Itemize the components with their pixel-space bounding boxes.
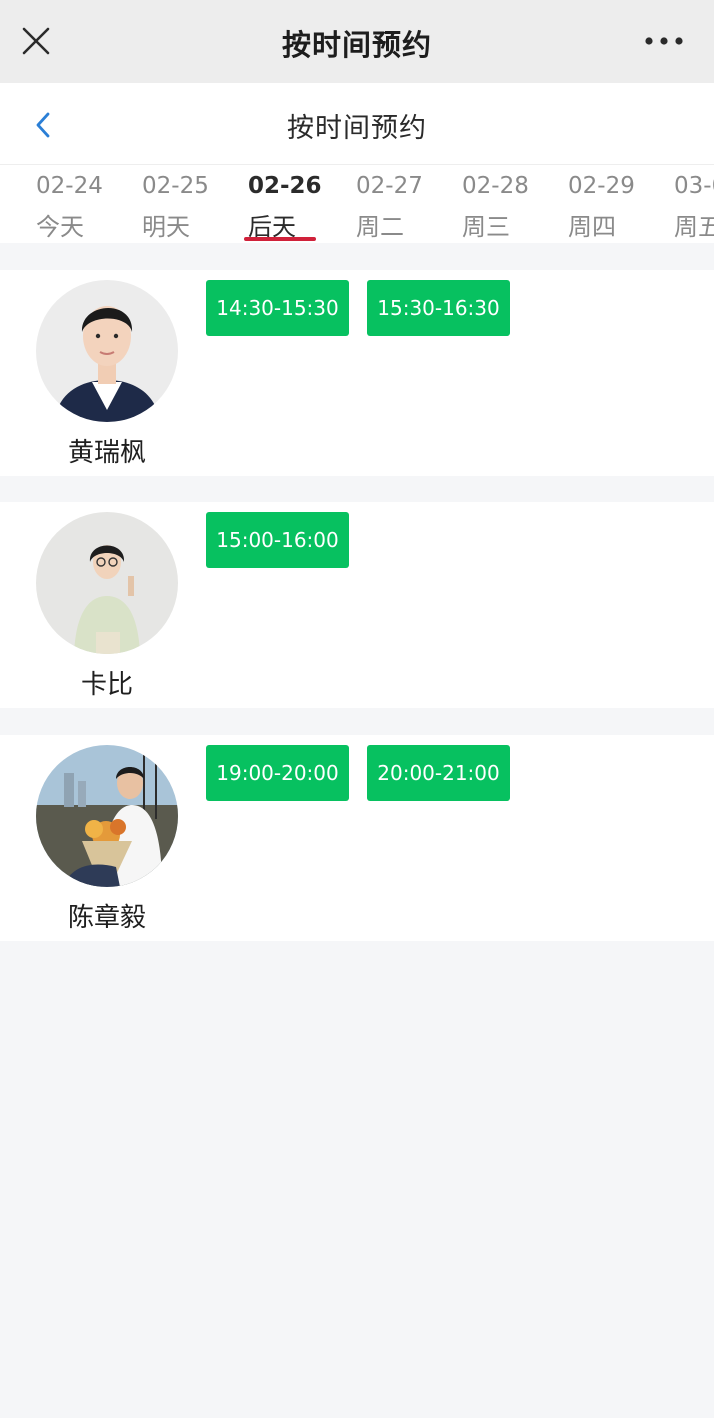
- time-slot-button[interactable]: 20:00-21:00: [367, 745, 510, 801]
- avatar[interactable]: [36, 512, 178, 654]
- webview-topbar: 按时间预约: [0, 0, 714, 83]
- tab-date[interactable]: 02-27 周二: [356, 165, 446, 243]
- tab-date-label: 02-29: [568, 173, 635, 199]
- tab-day-label: 周二: [356, 213, 404, 241]
- page-title: 按时间预约: [287, 113, 427, 144]
- tab-date-label: 02-27: [356, 173, 423, 199]
- tab-date-label: 02-26: [248, 173, 322, 199]
- consultant-name: 黄瑞枫: [67, 438, 146, 468]
- date-tabs: 02-24 今天 02-25 明天 02-26 后天 02-27 周二 02-2…: [0, 165, 714, 243]
- tab-day-label: 周四: [568, 213, 616, 241]
- avatar[interactable]: [36, 745, 178, 887]
- tab-day-label: 今天: [36, 213, 84, 241]
- tab-date[interactable]: 02-28 周三: [462, 165, 552, 243]
- tab-date[interactable]: 02-25 明天: [142, 165, 232, 243]
- tab-date[interactable]: 02-24 今天: [36, 165, 126, 243]
- tab-date-label: 02-25: [142, 173, 209, 199]
- tab-date[interactable]: 02-29 周四: [568, 165, 658, 243]
- tab-day-label: 明天: [142, 213, 190, 241]
- tab-date-label: 03-01: [674, 173, 714, 199]
- time-slot-button[interactable]: 19:00-20:00: [206, 745, 349, 801]
- time-slot-button[interactable]: 15:30-16:30: [367, 280, 510, 336]
- consultant-card: 卡比 15:00-16:00: [0, 502, 714, 708]
- consultant-name: 卡比: [80, 670, 133, 700]
- page-header: 按时间预约: [0, 83, 714, 165]
- tab-day-label: 周五: [674, 213, 714, 241]
- active-tab-underline: [244, 237, 316, 241]
- time-slot-button[interactable]: 15:00-16:00: [206, 512, 349, 568]
- more-icon[interactable]: [644, 27, 684, 55]
- tab-day-label: 周三: [462, 213, 510, 241]
- time-slot-button[interactable]: 14:30-15:30: [206, 280, 349, 336]
- tab-date-label: 02-24: [36, 173, 103, 199]
- tab-date[interactable]: 03-01 周五: [674, 165, 714, 243]
- tab-date-active[interactable]: 02-26 后天: [244, 165, 338, 243]
- consultant-card: 陈章毅 19:00-20:00 20:00-21:00: [0, 735, 714, 941]
- webview-title: 按时间预约: [281, 28, 432, 62]
- tab-date-label: 02-28: [462, 173, 529, 199]
- consultant-name: 陈章毅: [67, 903, 146, 933]
- consultant-card: 黄瑞枫 14:30-15:30 15:30-16:30: [0, 270, 714, 476]
- page: 按时间预约 按时间预约 02-24 今天 02-25 明天 02-26 后天 0…: [0, 0, 714, 1418]
- avatar[interactable]: [36, 280, 178, 422]
